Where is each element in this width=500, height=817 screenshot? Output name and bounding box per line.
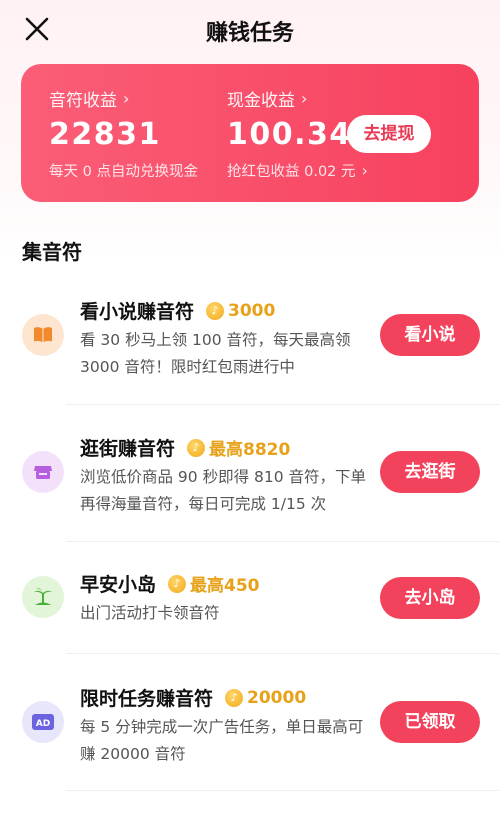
section-title: 集音符 — [22, 240, 82, 264]
claimed-button[interactable]: 已领取 — [380, 701, 480, 743]
notes-earnings-value: 22831 — [49, 117, 161, 152]
divider — [66, 653, 500, 654]
withdraw-button[interactable]: 去提现 — [347, 115, 431, 153]
top-bar: 赚钱任务 — [0, 0, 500, 58]
task-title: 限时任务赚音符 — [80, 688, 214, 710]
notes-earnings[interactable]: 音符收益 › 22831 每天 0 点自动兑换现金 — [49, 86, 198, 181]
task-title-row: 限时任务赚音符 ♪ 20000 — [80, 684, 306, 711]
red-packet-earnings: 抢红包收益 0.02 元 — [227, 164, 356, 180]
read-novel-button[interactable]: 看小说 — [380, 314, 480, 356]
earnings-card: 音符收益 › 22831 每天 0 点自动兑换现金 现金收益 › 100.34 … — [21, 64, 479, 202]
task-title: 逛街赚音符 — [80, 438, 176, 460]
task-description: 出门活动打卡领音符 — [80, 604, 220, 622]
book-icon — [22, 314, 64, 356]
divider — [66, 404, 500, 405]
notes-earnings-label: 音符收益 — [49, 91, 117, 111]
page-title: 赚钱任务 — [205, 21, 294, 46]
chevron-right-icon: › — [301, 89, 308, 108]
task-reward: 最高8820 — [209, 440, 291, 460]
task-reward: 20000 — [247, 687, 307, 708]
music-coin-icon: ♪ — [206, 301, 225, 320]
chevron-right-icon: › — [361, 161, 368, 180]
task-reward: 最高450 — [190, 576, 260, 596]
go-shopping-button[interactable]: 去逛街 — [380, 451, 480, 493]
task-description: 看 30 秒马上领 100 音符，每天最高领 3000 音符！限时红包雨进行中 — [80, 331, 351, 376]
ad-icon: AD — [22, 701, 64, 743]
svg-text:AD: AD — [36, 719, 50, 729]
divider — [66, 790, 500, 791]
task-title: 看小说赚音符 — [80, 301, 195, 323]
task-title-row: 看小说赚音符 ♪ 3000 — [80, 297, 275, 324]
cash-earnings-label: 现金收益 — [227, 91, 295, 111]
task-description: 每 5 分钟完成一次广告任务，单日最高可赚 20000 音符 — [80, 718, 364, 763]
shop-icon — [22, 451, 64, 493]
music-coin-icon: ♪ — [168, 574, 187, 593]
task-title-row: 早安小岛 ♪ 最高450 — [80, 570, 260, 597]
red-packet-earnings-row[interactable]: 抢红包收益 0.02 元 › — [227, 160, 368, 181]
task-description: 浏览低价商品 90 秒即得 810 音符，下单再得海量音符，每日可完成 1/15… — [80, 468, 367, 513]
chevron-right-icon: › — [123, 89, 130, 108]
task-title-row: 逛街赚音符 ♪ 最高8820 — [80, 434, 290, 461]
divider — [66, 541, 500, 542]
notes-exchange-note: 每天 0 点自动兑换现金 — [49, 164, 198, 180]
cash-earnings-label-row: 现金收益 › — [227, 86, 368, 111]
music-coin-icon: ♪ — [187, 438, 206, 457]
music-coin-icon: ♪ — [225, 688, 244, 707]
go-island-button[interactable]: 去小岛 — [380, 577, 480, 619]
notes-earnings-label-row: 音符收益 › — [49, 86, 198, 111]
island-icon — [22, 576, 64, 618]
task-reward: 3000 — [228, 300, 276, 321]
task-title: 早安小岛 — [80, 574, 157, 596]
